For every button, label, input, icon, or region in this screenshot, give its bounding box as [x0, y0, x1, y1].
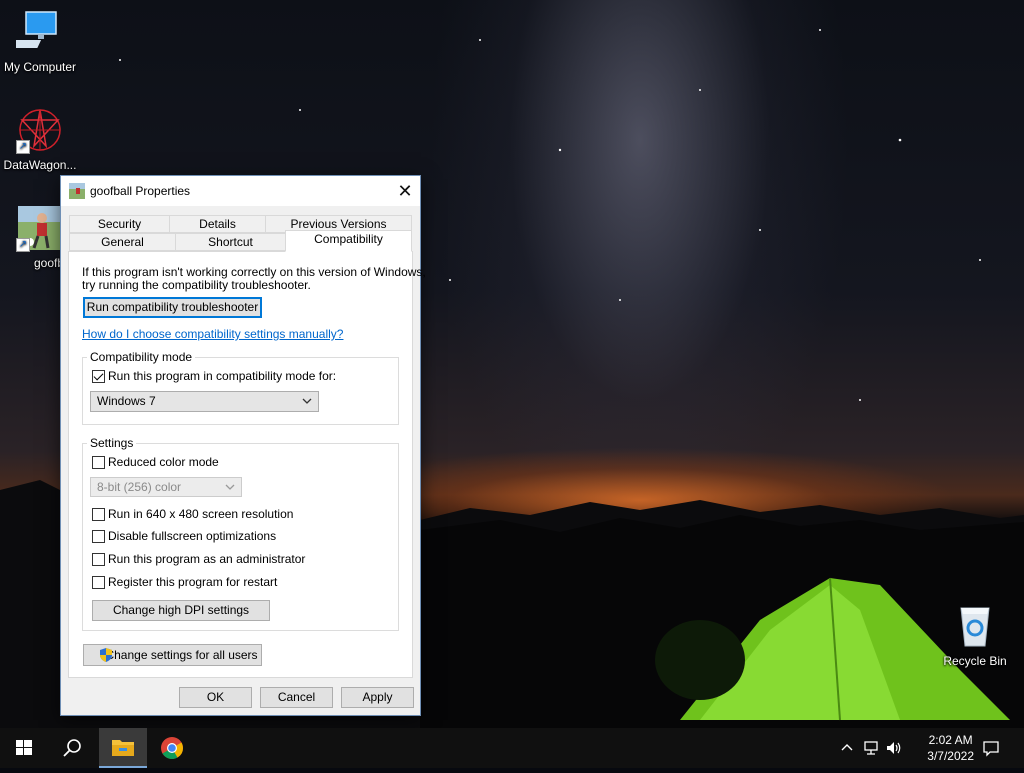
desktop-icon-recycle-bin[interactable]: Recycle Bin [935, 602, 1015, 668]
tab-label: Security [97, 217, 142, 231]
run-troubleshooter-button[interactable]: Run compatibility troubleshooter [83, 297, 262, 318]
tab-compatibility[interactable]: Compatibility [285, 230, 412, 252]
recycle-bin-icon [951, 602, 999, 650]
volume-icon[interactable] [885, 739, 903, 757]
reduced-color-checkbox[interactable] [92, 456, 105, 469]
cancel-button[interactable]: Cancel [260, 687, 333, 708]
tab-label: Details [199, 217, 236, 231]
color-depth-value: 8-bit (256) color [97, 480, 182, 494]
desktop-icon-label: Recycle Bin [943, 654, 1007, 668]
monitor-icon [3, 8, 64, 56]
taskbar: 2:02 AM 3/7/2022 [0, 728, 1024, 768]
folder-icon [112, 740, 134, 756]
selected-os-value: Windows 7 [97, 394, 156, 408]
change-settings-all-users-label: Change settings for all users [105, 648, 258, 662]
chevron-down-icon [302, 392, 312, 418]
chrome-icon [161, 737, 183, 759]
clock-time: 2:02 AM [928, 733, 973, 747]
reduced-color-label: Reduced color mode [108, 455, 219, 469]
desktop-icon-label: My Computer [3, 60, 77, 74]
desktop-icon-datawagon[interactable]: ↗ DataWagon... [0, 106, 80, 172]
goofball-icon: ↗ [16, 204, 64, 252]
intro-text-line2: try running the compatibility troublesho… [82, 278, 311, 292]
ok-button[interactable]: OK [179, 687, 252, 708]
chevron-up-icon[interactable] [838, 739, 856, 757]
taskbar-chrome[interactable] [148, 728, 196, 768]
tab-general[interactable]: General [69, 233, 176, 251]
search-icon [63, 739, 81, 757]
dialog-titlebar[interactable]: goofball Properties ✕ [61, 176, 420, 206]
tab-label: General [101, 235, 144, 249]
change-settings-all-users-button[interactable]: Change settings for all users [83, 644, 262, 666]
compatibility-mode-checkbox[interactable] [92, 370, 105, 383]
compatibility-panel: If this program isn't working correctly … [68, 251, 426, 678]
compatibility-os-select[interactable]: Windows 7 [90, 391, 319, 412]
network-icon[interactable] [862, 739, 880, 757]
chevron-down-icon [225, 478, 235, 504]
tab-details[interactable]: Details [169, 215, 266, 233]
compatibility-mode-label: Compatibility mode [87, 350, 196, 364]
desktop-icon-my-computer[interactable]: My Computer [0, 8, 80, 74]
notification-icon[interactable] [982, 739, 1000, 757]
tab-shortcut[interactable]: Shortcut [175, 233, 286, 251]
disable-fullscreen-label: Disable fullscreen optimizations [108, 529, 277, 543]
register-restart-checkbox[interactable] [92, 576, 105, 589]
taskbar-file-explorer[interactable] [99, 728, 147, 768]
apply-button[interactable]: Apply [341, 687, 414, 708]
tab-label: Previous Versions [290, 217, 387, 231]
color-depth-select: 8-bit (256) color [90, 477, 242, 497]
resolution-640-checkbox[interactable] [92, 508, 105, 521]
settings-label: Settings [87, 436, 137, 450]
disable-fullscreen-checkbox[interactable] [92, 530, 105, 543]
dialog-title: goofball Properties [90, 184, 191, 198]
system-clock[interactable]: 2:02 AM 3/7/2022 [927, 732, 974, 764]
tab-label: Shortcut [208, 235, 253, 249]
shortcut-arrow-icon: ↗ [16, 140, 30, 154]
close-button[interactable]: ✕ [390, 176, 420, 206]
run-as-admin-checkbox[interactable] [92, 553, 105, 566]
compatibility-mode-checkbox-label: Run this program in compatibility mode f… [108, 369, 337, 383]
desktop-icon-label: DataWagon... [3, 158, 77, 172]
register-restart-label: Register this program for restart [108, 575, 278, 589]
run-as-admin-label: Run this program as an administrator [108, 552, 306, 566]
search-button[interactable] [48, 728, 96, 768]
goofball-app-icon [69, 183, 85, 199]
intro-text-line1: If this program isn't working correctly … [82, 265, 426, 279]
clock-date: 3/7/2022 [927, 749, 974, 763]
start-button[interactable] [0, 728, 48, 768]
resolution-640-label: Run in 640 x 480 screen resolution [108, 507, 294, 521]
properties-dialog: goofball Properties ✕ Security Details P… [60, 175, 426, 716]
shortcut-arrow-icon: ↗ [16, 238, 30, 252]
close-icon: ✕ [397, 181, 413, 201]
star-logo-icon: ↗ [16, 106, 64, 154]
change-dpi-button[interactable]: Change high DPI settings [92, 600, 270, 621]
compatibility-help-link[interactable]: How do I choose compatibility settings m… [82, 327, 343, 341]
windows-logo-icon [16, 740, 32, 755]
tab-security[interactable]: Security [69, 215, 170, 233]
tab-label: Compatibility [314, 232, 383, 246]
shield-icon [98, 647, 114, 663]
